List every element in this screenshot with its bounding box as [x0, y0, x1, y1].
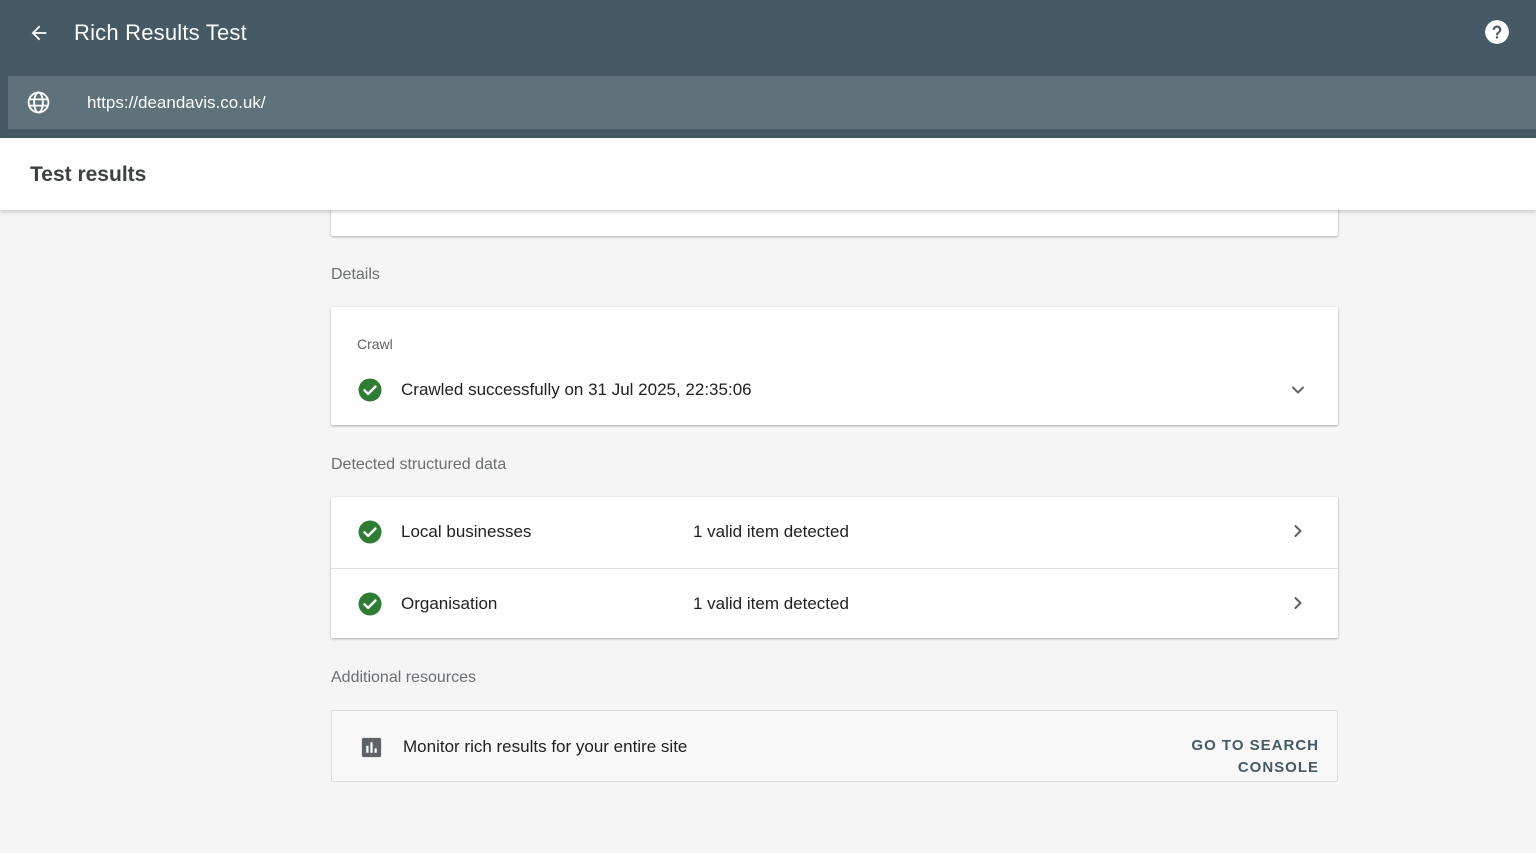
crawl-status: Crawled successfully on 31 Jul 2025, 22:… [401, 380, 752, 399]
check-circle-icon [358, 520, 382, 544]
chevron-down-icon[interactable] [1288, 380, 1308, 400]
check-circle-icon [358, 378, 382, 402]
page-title: Test results [30, 163, 147, 186]
go-to-search-console-button[interactable]: GO TO SEARCH CONSOLE [1112, 735, 1319, 779]
details-section-label: Details [331, 266, 380, 283]
app-bar: Rich Results Test https://deandavis.co.u… [0, 0, 1536, 138]
additional-resources-section-label: Additional resources [331, 669, 476, 686]
help-icon[interactable] [1484, 19, 1510, 45]
search-console-description: Monitor rich results for your entire sit… [403, 737, 688, 756]
back-button[interactable] [22, 16, 56, 50]
arrow-back-icon [31, 25, 47, 41]
bar-chart-icon [361, 737, 382, 758]
search-console-card: Monitor rich results for your entire sit… [331, 710, 1338, 782]
globe-icon [27, 91, 50, 114]
structured-data-row-organisation[interactable]: Organisation 1 valid item detected [331, 568, 1338, 638]
crawl-card: Crawl Crawled successfully on 31 Jul 202… [331, 307, 1338, 425]
url-input[interactable]: https://deandavis.co.uk/ [87, 92, 266, 114]
check-circle-icon [358, 592, 382, 616]
structured-data-name: Organisation [401, 594, 498, 613]
app-title: Rich Results Test [74, 20, 247, 45]
chevron-right-icon[interactable] [1288, 521, 1308, 541]
crawl-label: Crawl [357, 336, 393, 352]
url-bar[interactable]: https://deandavis.co.uk/ [8, 76, 1536, 129]
structured-data-card: Local businesses 1 valid item detected O… [331, 497, 1338, 638]
structured-data-name: Local businesses [401, 522, 532, 541]
structured-data-result: 1 valid item detected [693, 522, 849, 541]
structured-data-section-label: Detected structured data [331, 456, 507, 473]
structured-data-result: 1 valid item detected [693, 594, 849, 613]
chevron-right-icon[interactable] [1288, 593, 1308, 613]
structured-data-row-local-businesses[interactable]: Local businesses 1 valid item detected [331, 497, 1338, 567]
results-header: Test results [0, 138, 1536, 210]
